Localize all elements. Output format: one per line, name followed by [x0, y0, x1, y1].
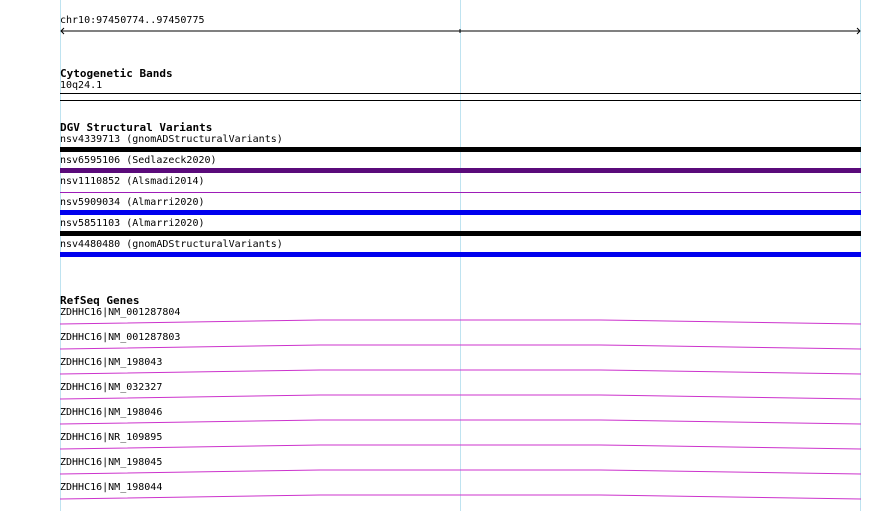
dgv-variant-label[interactable]: nsv4480480 (gnomADStructuralVariants) — [60, 239, 283, 251]
dgv-variant-label[interactable]: nsv4339713 (gnomADStructuralVariants) — [60, 134, 283, 146]
refseq-gene-track[interactable] — [59, 494, 862, 500]
refseq-gene-label[interactable]: ZDHHC16|NR_109895 — [60, 432, 162, 444]
refseq-gene-label[interactable]: ZDHHC16|NM_198044 — [60, 482, 162, 494]
dgv-variant-label[interactable]: nsv6595106 (Sedlazeck2020) — [60, 155, 217, 167]
ruler-coordinates: chr10:97450774..97450775 — [60, 15, 205, 26]
refseq-gene-track[interactable] — [59, 344, 862, 350]
refseq-gene-track[interactable] — [59, 319, 862, 325]
refseq-gene-label[interactable]: ZDHHC16|NM_032327 — [60, 382, 162, 394]
dgv-variant-bar[interactable] — [60, 210, 861, 215]
dgv-variant-label[interactable]: nsv5851103 (Almarri2020) — [60, 218, 205, 230]
refseq-gene-label[interactable]: ZDHHC16|NM_001287803 — [60, 332, 180, 344]
dgv-variant-label[interactable]: nsv1110852 (Alsmadi2014) — [60, 176, 205, 188]
refseq-gene-track[interactable] — [59, 469, 862, 475]
ruler-arrow — [60, 27, 861, 35]
dgv-variant-bar[interactable] — [60, 147, 861, 152]
dgv-variant-bar[interactable] — [60, 168, 861, 173]
dgv-variant-label[interactable]: nsv5909034 (Almarri2020) — [60, 197, 205, 209]
refseq-title: RefSeq Genes — [60, 294, 140, 307]
refseq-gene-track[interactable] — [59, 419, 862, 425]
dgv-title: DGV Structural Variants — [60, 121, 213, 134]
refseq-gene-label[interactable]: ZDHHC16|NM_198046 — [60, 407, 162, 419]
refseq-gene-track[interactable] — [59, 369, 862, 375]
refseq-gene-track[interactable] — [59, 444, 862, 450]
cytobands-title: Cytogenetic Bands — [60, 67, 173, 80]
cytoband-line-top — [60, 93, 861, 94]
refseq-gene-label[interactable]: ZDHHC16|NM_001287804 — [60, 307, 180, 319]
refseq-gene-label[interactable]: ZDHHC16|NM_198043 — [60, 357, 162, 369]
dgv-variant-bar[interactable] — [60, 231, 861, 236]
cytoband-line-bottom — [60, 100, 861, 101]
refseq-gene-track[interactable] — [59, 394, 862, 400]
refseq-gene-label[interactable]: ZDHHC16|NM_198045 — [60, 457, 162, 469]
dgv-variant-bar[interactable] — [60, 252, 861, 257]
dgv-variant-bar[interactable] — [60, 192, 861, 193]
cytoband-label: 10q24.1 — [60, 80, 103, 91]
